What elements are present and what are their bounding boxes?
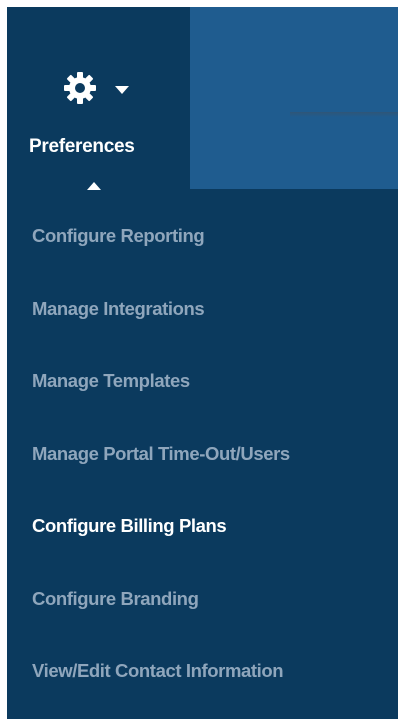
menu-item-manage-integrations[interactable]: Manage Integrations (32, 273, 398, 346)
menu-item-manage-templates[interactable]: Manage Templates (32, 345, 398, 418)
preferences-label: Preferences (29, 136, 135, 157)
preferences-dropdown-screen: Preferences Configure Reporting Manage I… (0, 0, 398, 724)
header-divider (290, 112, 398, 117)
gear-icon (64, 72, 96, 104)
caret-down-icon (115, 86, 129, 94)
menu-item-view-edit-contact-information[interactable]: View/Edit Contact Information (32, 635, 398, 708)
menu-item-configure-reporting[interactable]: Configure Reporting (32, 200, 398, 273)
caret-up-icon (87, 182, 101, 190)
menu-item-manage-portal-timeout-users[interactable]: Manage Portal Time-Out/Users (32, 418, 398, 491)
preferences-menu: Configure Reporting Manage Integrations … (32, 200, 398, 708)
preferences-menu-button[interactable]: Preferences (7, 7, 190, 189)
menu-item-configure-branding[interactable]: Configure Branding (32, 563, 398, 636)
header-bar (190, 7, 398, 189)
menu-item-configure-billing-plans[interactable]: Configure Billing Plans (32, 490, 398, 563)
